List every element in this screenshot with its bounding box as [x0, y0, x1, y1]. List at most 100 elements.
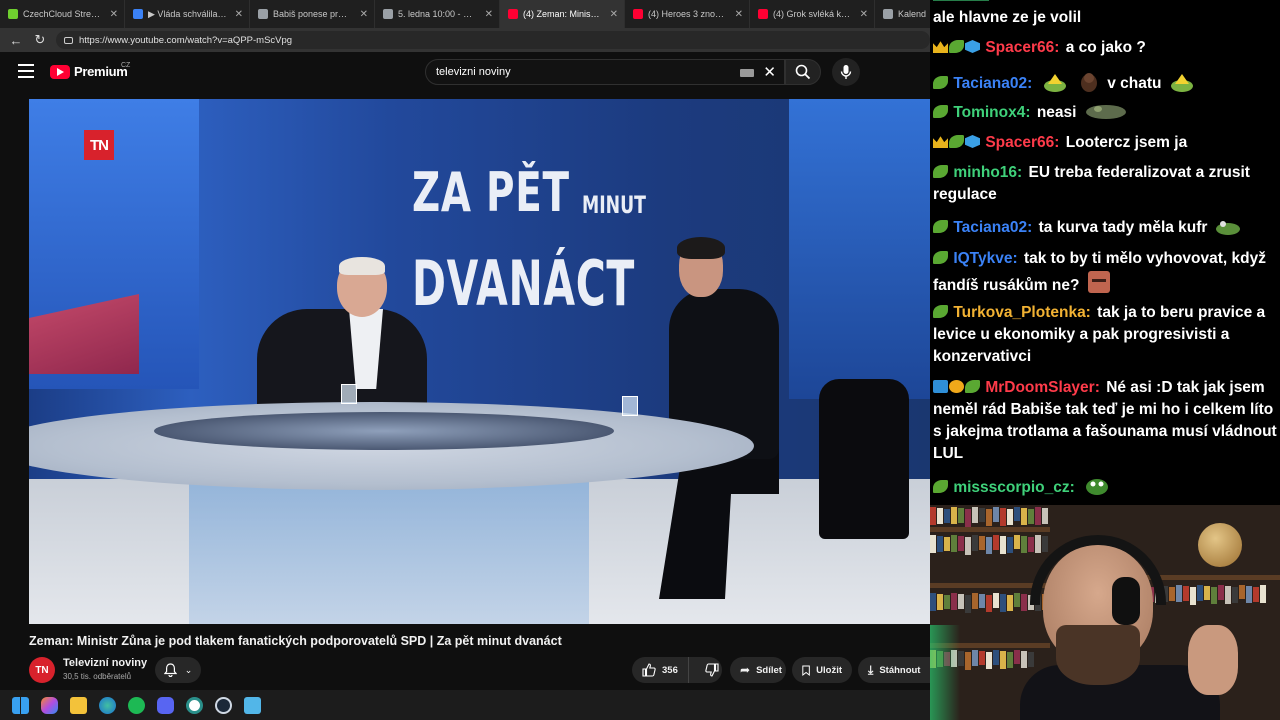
browser-tab[interactable]: (4) Heroes 3 znovu přeic ✕ — [625, 0, 750, 28]
address-bar[interactable]: https://www.youtube.com/watch?v=aQPP-mSc… — [56, 31, 930, 49]
headphones — [1030, 535, 1166, 605]
reload-icon[interactable]: ↻ — [32, 32, 48, 48]
obs-icon[interactable] — [186, 696, 203, 714]
book-spine — [1035, 535, 1041, 553]
book-spine — [986, 537, 992, 554]
search-query: televizni noviny — [436, 66, 511, 78]
save-button[interactable]: Uložit — [792, 657, 852, 683]
tab-close-icon[interactable]: ✕ — [860, 9, 868, 20]
book-spine — [1169, 587, 1175, 601]
like-button[interactable]: 356 — [632, 657, 689, 683]
browser-tab[interactable]: Babiš ponese prezidento ✕ — [250, 0, 375, 28]
clear-search-icon[interactable]: ✕ — [763, 63, 776, 81]
discord-icon[interactable] — [157, 696, 174, 714]
book-spine — [1183, 586, 1189, 601]
chat-username[interactable]: Tominox4: — [953, 104, 1030, 121]
notification-bell-button[interactable]: ⌄ — [155, 657, 201, 683]
book-spine — [979, 536, 985, 550]
chat-username[interactable]: minho16: — [953, 164, 1022, 181]
book-spine — [1246, 586, 1252, 603]
tab-close-icon[interactable]: ✕ — [735, 9, 743, 20]
tab-title: Babiš ponese prezidento — [273, 9, 352, 19]
book-spine — [944, 595, 950, 609]
browser-tab[interactable]: Kalend — [875, 0, 930, 28]
book-spine — [951, 593, 957, 610]
youtube-header: Premium televizni noviny ✕ — [0, 52, 930, 92]
book-spine — [1014, 650, 1020, 664]
share-button[interactable]: ➦ Sdílet — [730, 657, 786, 683]
tab-close-icon[interactable]: ✕ — [485, 9, 493, 20]
leaf-badge-icon — [933, 305, 948, 318]
keyboard-icon[interactable] — [740, 69, 754, 77]
spotify-icon[interactable] — [128, 696, 145, 714]
save-label: Uložit — [816, 664, 842, 676]
chat-text: v chatu — [1107, 75, 1162, 92]
browser-tab[interactable]: (4) Grok svléká každého ✕ — [750, 0, 875, 28]
leaf-badge-icon — [965, 380, 980, 393]
tab-title: (4) Heroes 3 znovu přeic — [648, 9, 727, 19]
chat-text: neasi — [1036, 104, 1077, 121]
voice-search-button[interactable] — [832, 58, 860, 86]
chat-username[interactable]: missscorpio_cz: — [953, 479, 1074, 496]
browser-tab[interactable]: 5. ledna 10:00 - Studio C ✕ — [375, 0, 500, 28]
chat-username[interactable]: Spacer66: — [985, 134, 1059, 151]
tab-close-icon[interactable]: ✕ — [110, 9, 118, 20]
channel-avatar[interactable]: TN — [29, 657, 55, 683]
dislike-button[interactable] — [695, 657, 729, 683]
book-spine — [965, 652, 971, 670]
notepad-icon[interactable] — [244, 696, 261, 714]
book-spine — [1007, 509, 1013, 525]
site-info-icon[interactable] — [64, 36, 73, 44]
desk-inner-ring — [154, 412, 614, 450]
browser-tab[interactable]: CzechCloud Stream - Wa ✕ — [0, 0, 125, 28]
tab-close-icon[interactable]: ✕ — [235, 9, 243, 20]
chat-username[interactable]: Taciana02: — [953, 219, 1032, 236]
search-input[interactable]: televizni noviny ✕ — [425, 59, 785, 85]
tab-favicon-icon — [508, 9, 518, 19]
frog-emote-icon — [1215, 221, 1240, 235]
chat-username[interactable]: Turkova_Plotenka: — [953, 304, 1091, 321]
chat-username[interactable]: Spacer66: — [985, 39, 1059, 56]
share-icon: ➦ — [740, 663, 751, 677]
copilot-icon[interactable] — [41, 696, 58, 714]
chat-message: MrDoomSlayer: Né asi :D tak jak jsem nem… — [933, 377, 1278, 465]
leaf-badge-icon — [933, 105, 948, 118]
browser-tab[interactable]: (4) Zeman: Ministr Z ✕ — [500, 0, 625, 28]
youtube-logo[interactable]: Premium — [50, 64, 128, 79]
channel-name[interactable]: Televizní noviny — [63, 657, 147, 669]
browser-tab[interactable]: ▶ Vláda schválila progra ✕ — [125, 0, 250, 28]
tab-title: 5. ledna 10:00 - Studio C — [398, 9, 477, 19]
download-button[interactable]: ⤓ Stáhnout — [858, 657, 930, 683]
book-spine — [1000, 651, 1006, 669]
windows-start-icon[interactable] — [12, 696, 29, 714]
chat-username[interactable]: IQTykve: — [953, 250, 1017, 267]
show-title-minut: MINUT — [582, 191, 646, 219]
back-arrow-icon[interactable]: ← — [8, 32, 24, 48]
book-spine — [986, 595, 992, 612]
search-button[interactable] — [785, 59, 821, 85]
book-spine — [1014, 507, 1020, 521]
file-explorer-icon[interactable] — [70, 696, 87, 714]
streamer-beard — [1056, 625, 1140, 685]
hamburger-menu-icon[interactable] — [18, 64, 34, 78]
book-spine — [1176, 585, 1182, 602]
like-count: 356 — [662, 664, 678, 676]
tab-close-icon[interactable]: ✕ — [360, 9, 368, 20]
tab-close-icon[interactable]: ✕ — [610, 9, 618, 20]
youtube-play-icon — [50, 64, 70, 79]
cube-badge-icon — [965, 135, 980, 148]
steam-icon[interactable] — [215, 696, 232, 714]
leaf-badge-icon — [933, 480, 948, 493]
chat-message: Taciana02: ta kurva tady měla kufr — [933, 217, 1278, 239]
chat-username[interactable]: Taciana02: — [953, 75, 1032, 92]
chat-text: ale hlavne ze je volil — [933, 9, 1082, 26]
book-spine — [1028, 652, 1034, 667]
chat-username[interactable]: MrDoomSlayer: — [985, 379, 1100, 396]
book-spine — [1007, 537, 1013, 553]
video-player[interactable]: TN ZA PĚT MINUT DVANÁCT — [29, 99, 930, 624]
leaf-badge-icon — [933, 251, 948, 264]
show-title-line2: DVANÁCT — [412, 247, 636, 320]
book-spine — [1021, 508, 1027, 525]
tab-strip: CzechCloud Stream - Wa✕▶ Vláda schválila… — [0, 0, 930, 28]
edge-browser-icon[interactable] — [99, 696, 116, 714]
